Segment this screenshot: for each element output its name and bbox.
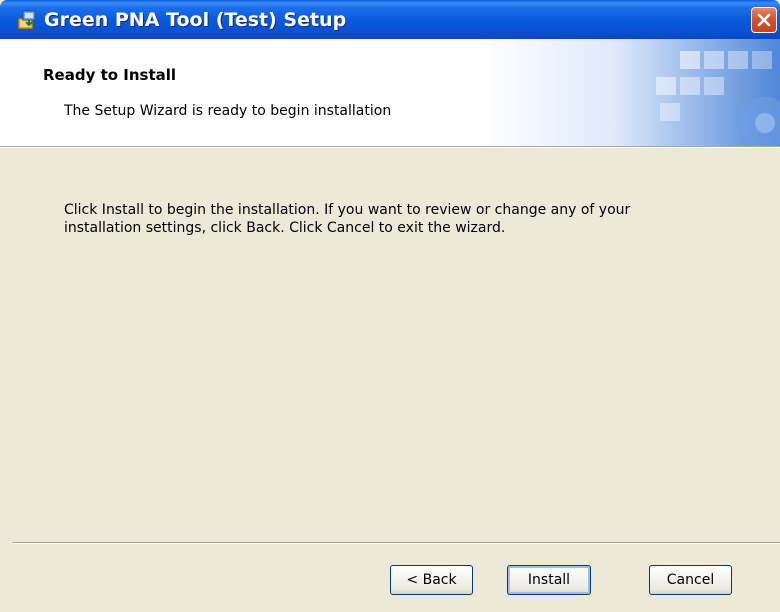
window-title: Green PNA Tool (Test) Setup [44, 9, 347, 31]
header-banner: Ready to Install The Setup Wizard is rea… [0, 39, 780, 146]
instructions-text: Click Install to begin the installation.… [64, 202, 631, 236]
header-divider-highlight [0, 147, 780, 148]
page-title: Ready to Install [43, 66, 177, 84]
install-button[interactable]: Install [507, 565, 591, 595]
cancel-button[interactable]: Cancel [649, 565, 732, 595]
close-icon [757, 13, 771, 27]
footer-divider-highlight [12, 543, 780, 544]
title-bar[interactable]: Green PNA Tool (Test) Setup [0, 0, 780, 39]
back-button[interactable]: < Back [390, 565, 473, 595]
setup-window: Green PNA Tool (Test) Setup Ready to Ins… [0, 0, 780, 612]
installer-icon [16, 9, 38, 31]
page-subtitle: The Setup Wizard is ready to begin insta… [64, 103, 392, 119]
close-button[interactable] [751, 7, 777, 33]
banner-graphic [480, 39, 780, 146]
